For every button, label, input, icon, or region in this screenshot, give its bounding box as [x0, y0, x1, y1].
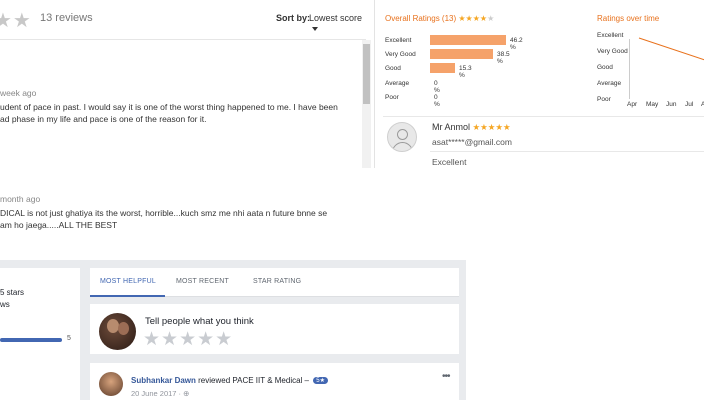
over-time-month: Apr: [627, 101, 638, 108]
reviews-scrollbar-thumb[interactable]: [363, 44, 370, 104]
post-author-link[interactable]: Subhankar Dawn: [131, 376, 196, 385]
sort-label: Sort by:: [276, 13, 311, 23]
rating-bar-label: Average: [385, 80, 410, 87]
overall-ratings-title: Overall Ratings (13) ★★★★★: [385, 14, 494, 23]
reviewer-stars: ★★★★★: [472, 122, 511, 132]
rating-bar-label: Poor: [385, 94, 399, 101]
review-time: week ago: [0, 88, 37, 98]
avatar[interactable]: [99, 372, 123, 396]
sort-value: Lowest score: [309, 13, 363, 23]
tab-most-recent[interactable]: MOST RECENT: [176, 278, 229, 285]
rating-bar: [430, 63, 455, 73]
overall-star-empty: ★: [487, 14, 495, 23]
fb-rating-bar-value: 5: [67, 335, 71, 342]
rating-bar-label: Excellent: [385, 37, 412, 44]
rating-bar-percent: 0 %: [434, 94, 440, 108]
reviewer-name-text: Mr Anmol: [432, 122, 471, 132]
reviewer-name: Mr Anmol ★★★★★: [432, 122, 511, 133]
review-text: udent of pace in past. I would say it is…: [0, 102, 338, 124]
divider: [430, 151, 704, 152]
review-count: 13 reviews: [40, 12, 93, 24]
fb-compose-review: Tell people what you think ★★★★★: [90, 304, 459, 354]
post-header: Subhankar Dawn reviewed PACE IIT & Medic…: [131, 376, 328, 385]
over-time-month: Jun: [666, 101, 677, 108]
caret-down-icon: [312, 26, 318, 31]
rating-bar-percent: 0 %: [434, 80, 440, 94]
review-item: week ago udent of pace in past. I would …: [0, 87, 360, 125]
reviewer-rating-text: Excellent: [432, 157, 467, 167]
rating-bar-percent: 15.3 %: [459, 65, 472, 79]
reviews-header: ★★ 13 reviews Sort by: Lowest score: [0, 0, 366, 40]
ratings-over-time-title: Ratings over time: [597, 14, 660, 23]
tab-star-rating[interactable]: STAR RATING: [253, 278, 301, 285]
star-rating-input[interactable]: ★★★★★: [143, 328, 233, 351]
fb-rating-bar: [0, 338, 62, 342]
over-time-month: May: [646, 101, 659, 108]
fb-review-tabs: MOST HELPFUL MOST RECENT STAR RATING: [90, 268, 459, 297]
avatar: [99, 313, 136, 350]
rating-bar: [430, 49, 493, 59]
overall-ratings-label: Overall Ratings (13): [385, 14, 457, 23]
post-date[interactable]: 20 June 2017 ·: [131, 389, 183, 398]
fb-summary-stars: 5 stars: [0, 288, 25, 297]
review-text: DICAL is not just ghatiya its the worst,…: [0, 208, 328, 230]
rating-bar-percent: 38.5 %: [497, 51, 510, 65]
over-time-level-label: Very Good: [597, 48, 628, 55]
rating-bar-label: Good: [385, 65, 401, 72]
tab-most-helpful[interactable]: MOST HELPFUL: [100, 278, 156, 285]
fb-rating-summary: 5 stars ws 5: [0, 268, 80, 400]
fb-summary-reviews: ws: [0, 300, 10, 309]
sort-dropdown[interactable]: Lowest score: [309, 13, 366, 33]
reviewer-email: asat*****@gmail.com: [432, 137, 512, 147]
rating-stars: ★★: [0, 10, 32, 32]
over-time-level-label: Good: [597, 64, 613, 71]
active-tab-indicator: [90, 295, 165, 297]
over-time-level-label: Poor: [597, 96, 611, 103]
over-time-level-label: Excellent: [597, 32, 624, 39]
divider: [383, 116, 704, 117]
post-meta: 20 June 2017 · ⊕: [131, 389, 189, 398]
over-time-level-label: Average: [597, 80, 622, 87]
rating-bar-percent: 46.2 %: [510, 37, 523, 51]
globe-icon: ⊕: [183, 389, 190, 398]
over-time-trend-line: [638, 37, 704, 61]
rating-bar-label: Very Good: [385, 51, 416, 58]
more-options-icon[interactable]: •••: [442, 371, 450, 382]
compose-prompt[interactable]: Tell people what you think: [145, 316, 254, 327]
overall-stars: ★★★★: [458, 14, 488, 23]
review-item: month ago DICAL is not just ghatiya its …: [0, 193, 360, 231]
fb-review-post: Subhankar Dawn reviewed PACE IIT & Medic…: [90, 363, 459, 400]
avatar-placeholder-icon: [387, 122, 417, 152]
review-time: month ago: [0, 194, 41, 204]
rating-bar: [430, 35, 506, 45]
ratings-panel: Overall Ratings (13) ★★★★★ Excellent 46.…: [374, 0, 704, 168]
over-time-month: Jul: [685, 101, 694, 108]
facebook-reviews-panel: 5 stars ws 5 MOST HELPFUL MOST RECENT ST…: [0, 260, 466, 400]
rating-badge: 5★: [313, 377, 328, 384]
post-action-text: reviewed PACE IIT & Medical –: [198, 376, 309, 385]
